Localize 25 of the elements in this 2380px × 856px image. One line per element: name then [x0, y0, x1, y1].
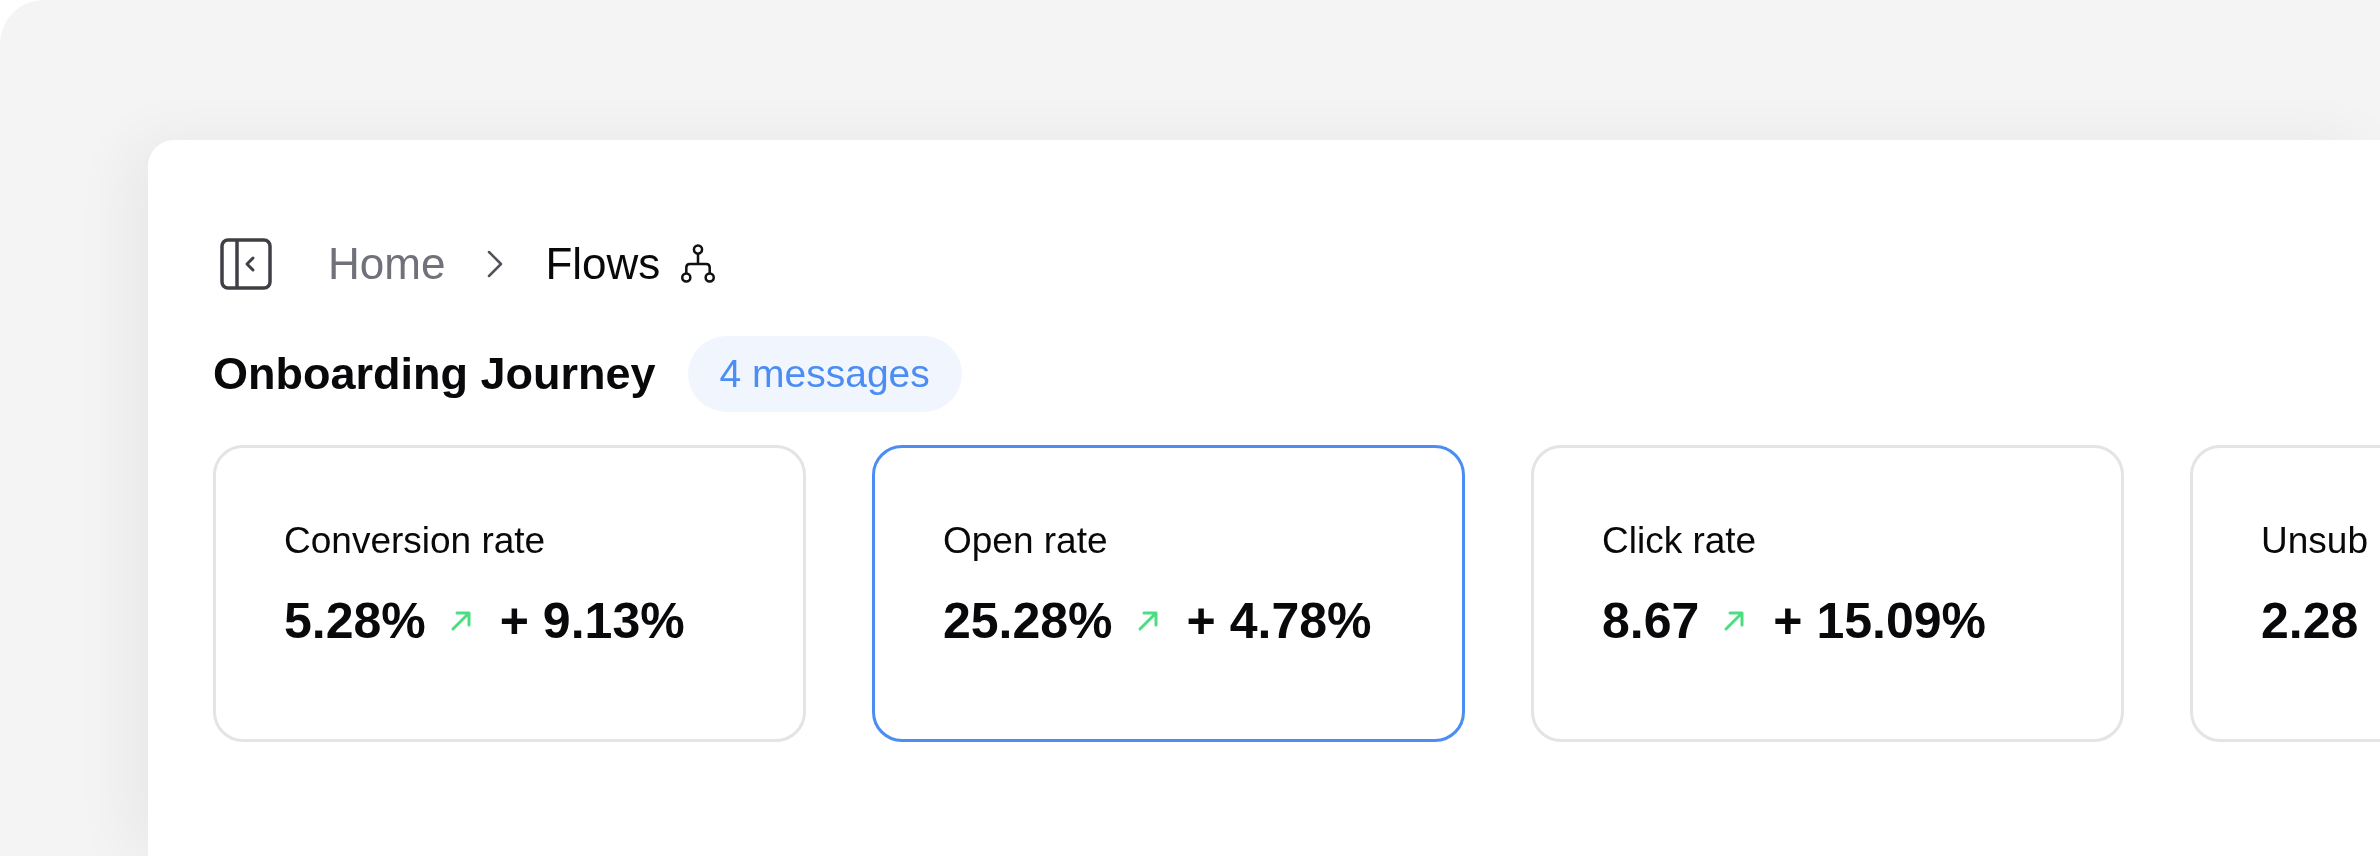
metric-card[interactable]: Unsub 2.28 — [2190, 445, 2380, 742]
metric-change: + 9.13% — [499, 592, 685, 650]
metric-card[interactable]: Open rate 25.28% + 4.78% — [872, 445, 1465, 742]
message-count-badge: 4 messages — [687, 336, 962, 412]
metric-card[interactable]: Click rate 8.67 + 15.09% — [1531, 445, 2124, 742]
chevron-right-icon — [487, 250, 504, 278]
metric-label: Open rate — [943, 520, 1109, 562]
arrow-up-right-icon — [1723, 610, 1746, 632]
metric-change: + 15.09% — [1773, 592, 1986, 650]
branching-nodes-icon — [680, 244, 717, 284]
breadcrumb-link[interactable]: Flows — [545, 239, 661, 289]
arrow-up-right-icon — [449, 610, 472, 632]
metric-value: 5.28% — [284, 592, 426, 650]
breadcrumb-link[interactable]: Home — [328, 239, 446, 289]
metric-label: Conversion rate — [284, 520, 547, 562]
sidebar-collapse-icon[interactable] — [220, 238, 272, 290]
metric-label: Click rate — [1602, 520, 1758, 562]
metric-value: 25.28% — [943, 592, 1113, 650]
metric-value: 2.28 — [2261, 592, 2359, 650]
metric-label: Unsub — [2261, 520, 2369, 562]
metric-value: 8.67 — [1602, 592, 1700, 650]
arrow-up-right-icon — [1136, 610, 1159, 632]
metric-change: + 4.78% — [1186, 592, 1372, 650]
metric-card[interactable]: Conversion rate 5.28% + 9.13% — [213, 445, 806, 742]
flow-title: Onboarding Journey — [213, 348, 656, 400]
